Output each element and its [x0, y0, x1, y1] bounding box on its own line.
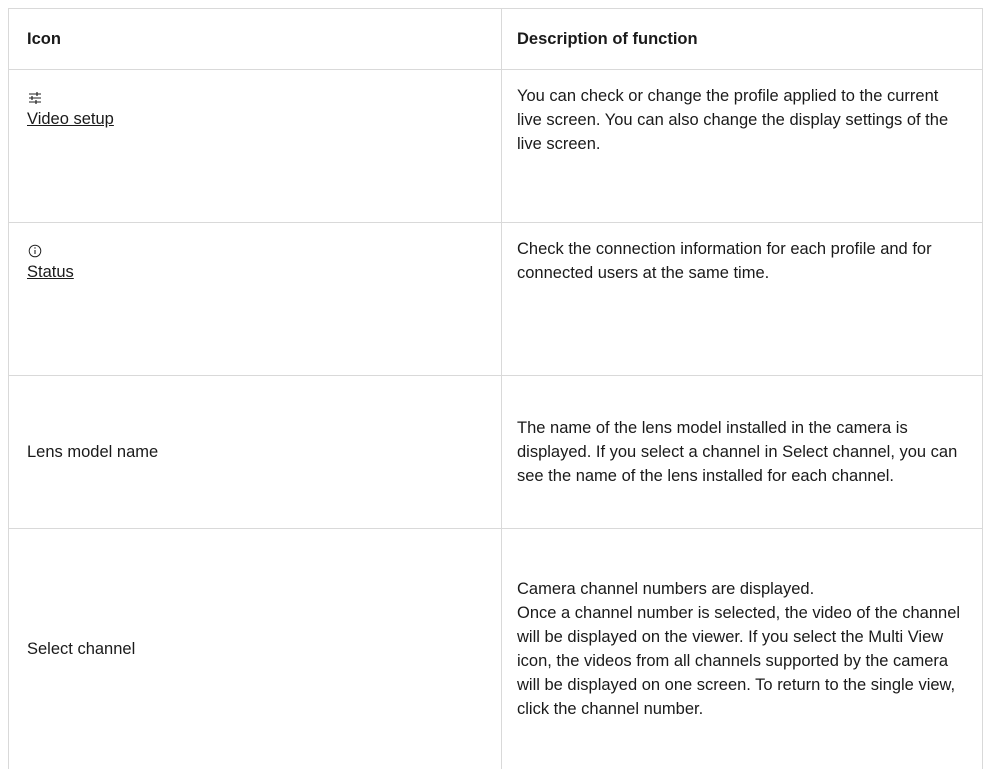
- info-icon: [28, 244, 42, 258]
- description-cell: The name of the lens model installed in …: [502, 376, 982, 528]
- sliders-icon: [29, 92, 41, 104]
- icon-cell: Video setup: [9, 70, 502, 222]
- table-header-row: Icon Description of function: [9, 9, 982, 70]
- icon-cell: Status: [9, 223, 502, 375]
- lens-model-description: The name of the lens model installed in …: [517, 419, 958, 485]
- description-line: Camera channel numbers are displayed.: [517, 580, 815, 598]
- table-row: Lens model name The name of the lens mod…: [9, 376, 982, 529]
- description-cell: You can check or change the profile appl…: [517, 87, 949, 153]
- header-description: Description of function: [517, 30, 698, 48]
- table-row: Select channel Camera channel numbers ar…: [9, 529, 982, 769]
- description-cell: Camera channel numbers are displayed. On…: [502, 529, 982, 769]
- function-table: Icon Description of function Video setup…: [8, 8, 983, 769]
- table-row: Video setup You can check or change the …: [9, 70, 982, 223]
- video-setup-link[interactable]: Video setup: [27, 107, 114, 131]
- select-channel-description: Camera channel numbers are displayed. On…: [517, 577, 967, 721]
- label-cell: Lens model name: [9, 376, 502, 528]
- status-link[interactable]: Status: [27, 260, 74, 284]
- select-channel-label: Select channel: [27, 640, 136, 658]
- header-icon: Icon: [9, 9, 502, 69]
- description-cell: Check the connection information for eac…: [517, 240, 932, 282]
- label-cell: Select channel: [9, 529, 502, 769]
- lens-model-name-label: Lens model name: [27, 443, 159, 461]
- description-line: Once a channel number is selected, the v…: [517, 604, 961, 718]
- table-row: Status Check the connection information …: [9, 223, 982, 376]
